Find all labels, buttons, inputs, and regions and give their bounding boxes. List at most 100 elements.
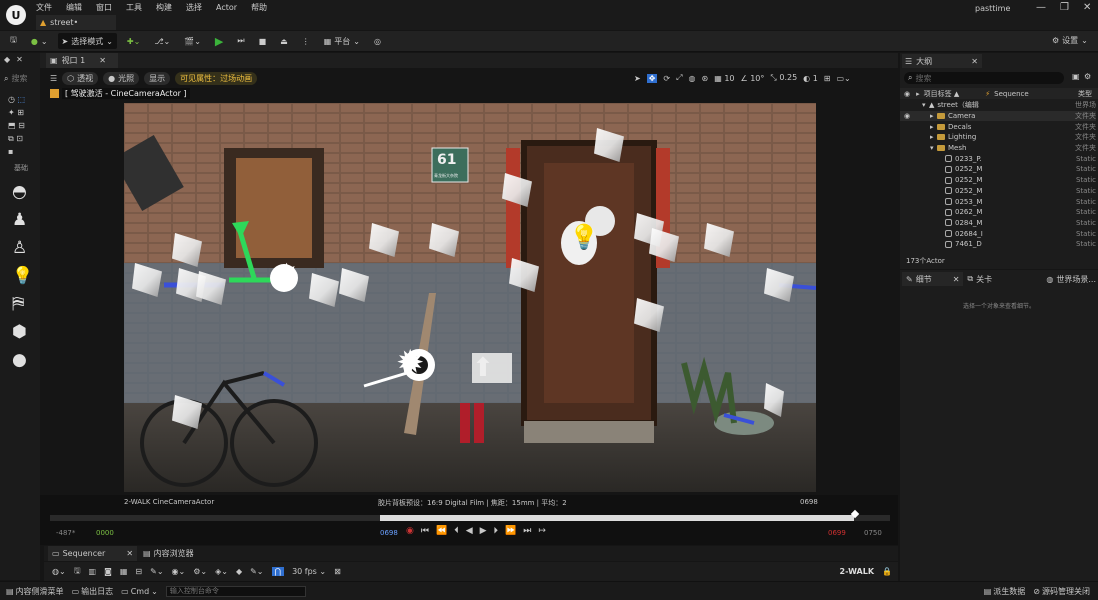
tab-viewport-1[interactable]: ▣ 视口 1 ✕ bbox=[46, 53, 118, 68]
place-actors-icon[interactable]: ◆ bbox=[4, 55, 10, 64]
menu-edit[interactable]: 编辑 bbox=[66, 2, 82, 13]
loop-icon[interactable]: ↦ bbox=[538, 526, 546, 536]
sequencer-options-icon[interactable]: ▥ bbox=[89, 567, 97, 576]
expand-arrow-icon[interactable]: ▾ bbox=[930, 144, 937, 152]
menu-select[interactable]: 选择 bbox=[186, 2, 202, 13]
menu-file[interactable]: 文件 bbox=[36, 2, 52, 13]
outliner-row[interactable]: ▸ Decals 文件夹 bbox=[900, 121, 1096, 132]
menu-help[interactable]: 帮助 bbox=[251, 2, 267, 13]
outliner-row[interactable]: 0284_M Static bbox=[900, 218, 1096, 229]
add-filter-icon[interactable]: ▣ bbox=[1072, 72, 1080, 81]
timeline-playback-range[interactable] bbox=[380, 515, 854, 521]
select-mode-dropdown[interactable]: ➤ 选择模式 ⌄ bbox=[57, 33, 117, 49]
settings-icon[interactable]: ⚙⌄ bbox=[193, 567, 207, 576]
menu-window[interactable]: 窗口 bbox=[96, 2, 112, 13]
render-icon[interactable]: ▦ bbox=[120, 567, 128, 576]
step-forward-icon[interactable]: ⏩ bbox=[505, 526, 516, 536]
outliner-row[interactable]: 02684_I Static bbox=[900, 228, 1096, 239]
outliner-row[interactable]: ▾ ▲ street（编辑 世界场 bbox=[900, 100, 1096, 111]
platform-dropdown[interactable]: ▦ 平台 ⌄ bbox=[320, 33, 364, 49]
eye-icon[interactable]: ◉⌄ bbox=[172, 567, 186, 576]
gear-icon[interactable]: ⚙ bbox=[1084, 72, 1091, 81]
play-forward-icon[interactable]: ▶ bbox=[480, 526, 487, 536]
reverse-icon[interactable]: ◀ bbox=[466, 526, 473, 536]
record-icon[interactable]: ◉ bbox=[406, 526, 414, 536]
jump-end-icon[interactable]: ⏭ bbox=[523, 526, 531, 536]
viewport-scene[interactable]: 61 青龙街大杂院 💡 ✹ ✸ ⬆ bbox=[124, 103, 816, 492]
translate-tool-icon[interactable]: ✥ bbox=[646, 73, 658, 83]
outliner-row[interactable]: 7461_D Static bbox=[900, 239, 1096, 250]
light-bulb-icon[interactable]: 💡 bbox=[569, 223, 599, 251]
settings-button[interactable]: ⚙ 设置 ⌄ bbox=[1052, 35, 1088, 46]
tab-close-icon[interactable]: ✕ bbox=[971, 57, 978, 66]
visibility-button[interactable]: 可见属性：过场动画 bbox=[175, 72, 258, 85]
track-icon[interactable]: ⊟ bbox=[135, 567, 142, 576]
outliner-row[interactable]: 0252_M Static bbox=[900, 186, 1096, 197]
tab-details[interactable]: ✎ 细节 ✕ bbox=[902, 272, 964, 286]
fps-dropdown[interactable]: 30 fps ⌄ bbox=[292, 567, 326, 576]
unreal-logo[interactable]: U bbox=[6, 5, 26, 25]
save-icon[interactable]: 🖫 bbox=[6, 33, 21, 49]
add-actor-icon[interactable]: ✚⌄ bbox=[123, 33, 144, 49]
cinematics-icon[interactable]: 🎬⌄ bbox=[180, 33, 205, 49]
scale-snap-icon[interactable]: ⤡ 0.25 bbox=[770, 73, 797, 83]
eject-pilot-icon[interactable] bbox=[50, 89, 59, 98]
character-actor-icon[interactable]: ♟ bbox=[12, 206, 33, 234]
level-tab[interactable]: ▲ street• bbox=[36, 15, 116, 30]
step-back-icon[interactable]: ⏪ bbox=[436, 526, 447, 536]
outliner-row[interactable]: 0252_M Static bbox=[900, 164, 1096, 175]
visibility-icon[interactable]: ◉ bbox=[904, 112, 910, 120]
exponential-fog-icon[interactable]: ⬆ bbox=[472, 353, 494, 383]
close-button[interactable]: ✕ bbox=[1083, 2, 1091, 13]
sequencer-view-icon[interactable]: ⊠ bbox=[334, 567, 341, 576]
grid-snap-icon[interactable]: ▦ 10 bbox=[714, 74, 734, 83]
lit-button[interactable]: ● 光照 bbox=[103, 72, 140, 85]
player-start-icon[interactable]: ⛿ bbox=[12, 290, 33, 318]
outliner-row[interactable]: ▾ Mesh 文件夹 bbox=[900, 143, 1096, 154]
lock-icon[interactable]: 🔒 bbox=[882, 567, 892, 576]
panel-close-icon[interactable]: ✕ bbox=[16, 55, 23, 64]
volume-mode-icon[interactable]: ⧉ ⊡ bbox=[8, 132, 36, 145]
output-log-button[interactable]: ▭ 输出日志 bbox=[72, 586, 114, 597]
sphere-mesh-icon[interactable]: ● bbox=[12, 346, 33, 374]
menu-tools[interactable]: 工具 bbox=[126, 2, 142, 13]
magnet-icon[interactable]: ⋂ bbox=[271, 567, 285, 576]
cmd-dropdown[interactable]: ▭ Cmd ⌄ bbox=[121, 587, 158, 596]
maximize-button[interactable]: ❐ bbox=[1060, 2, 1069, 13]
expand-arrow-icon[interactable]: ▸ bbox=[930, 112, 937, 120]
play-button[interactable]: ▶ bbox=[211, 33, 227, 49]
pencil-icon[interactable]: ✎⌄ bbox=[250, 567, 263, 576]
next-key-icon[interactable]: ⏵ bbox=[494, 526, 499, 536]
content-drawer-button[interactable]: ▤ 内容侧滑菜单 bbox=[6, 586, 64, 597]
menu-build[interactable]: 构建 bbox=[156, 2, 172, 13]
outliner-row[interactable]: ▸ Lighting 文件夹 bbox=[900, 132, 1096, 143]
visibility-icon[interactable]: ◉ bbox=[904, 90, 910, 98]
light-mode-icon[interactable]: ✦ ⊞ bbox=[8, 106, 36, 119]
hamburger-icon[interactable]: ☰ bbox=[50, 74, 57, 83]
col-sequence[interactable]: Sequence bbox=[994, 90, 1029, 98]
select-tool-icon[interactable]: ➤ bbox=[634, 74, 641, 83]
minimize-button[interactable]: — bbox=[1036, 2, 1046, 13]
camera-speed-icon[interactable]: ◐ 1 bbox=[803, 74, 818, 83]
outliner-row[interactable]: 0262_M Static bbox=[900, 207, 1096, 218]
unreal-icon[interactable]: ◎ bbox=[370, 33, 385, 49]
eject-icon[interactable]: ⏏ bbox=[276, 33, 292, 49]
shapes-mode-icon[interactable]: ⬒ ⊟ bbox=[8, 119, 36, 132]
tab-outliner[interactable]: ☰ 大纲 ✕ bbox=[902, 54, 982, 68]
tab-world-settings[interactable]: ◍ 世界场景... bbox=[1046, 274, 1096, 285]
derived-data-button[interactable]: ▤ 派生数据 bbox=[984, 586, 1026, 597]
expand-arrow-icon[interactable]: ▸ bbox=[930, 133, 937, 141]
more-icon[interactable]: ⋮ bbox=[298, 33, 314, 49]
outliner-row[interactable]: 0253_M Static bbox=[900, 196, 1096, 207]
camera-icon[interactable]: ◙ bbox=[104, 567, 112, 576]
expand-arrow-icon[interactable]: ▾ bbox=[922, 101, 929, 109]
tab-levels[interactable]: ⧉ 关卡 bbox=[967, 274, 992, 285]
stop-icon[interactable]: ■ bbox=[255, 33, 271, 49]
rotation-snap-icon[interactable]: ∠ 10° bbox=[741, 74, 765, 83]
sphere-actor-icon[interactable]: ◓ bbox=[12, 178, 33, 206]
outliner-row[interactable]: 0252_M Static bbox=[900, 175, 1096, 186]
misc-mode-icon[interactable]: ▪ bbox=[8, 145, 36, 158]
outliner-search[interactable]: ⌕ 搜索 bbox=[904, 72, 1064, 84]
menu-actor[interactable]: Actor bbox=[216, 3, 237, 12]
prev-key-icon[interactable]: ⏴ bbox=[454, 526, 459, 536]
